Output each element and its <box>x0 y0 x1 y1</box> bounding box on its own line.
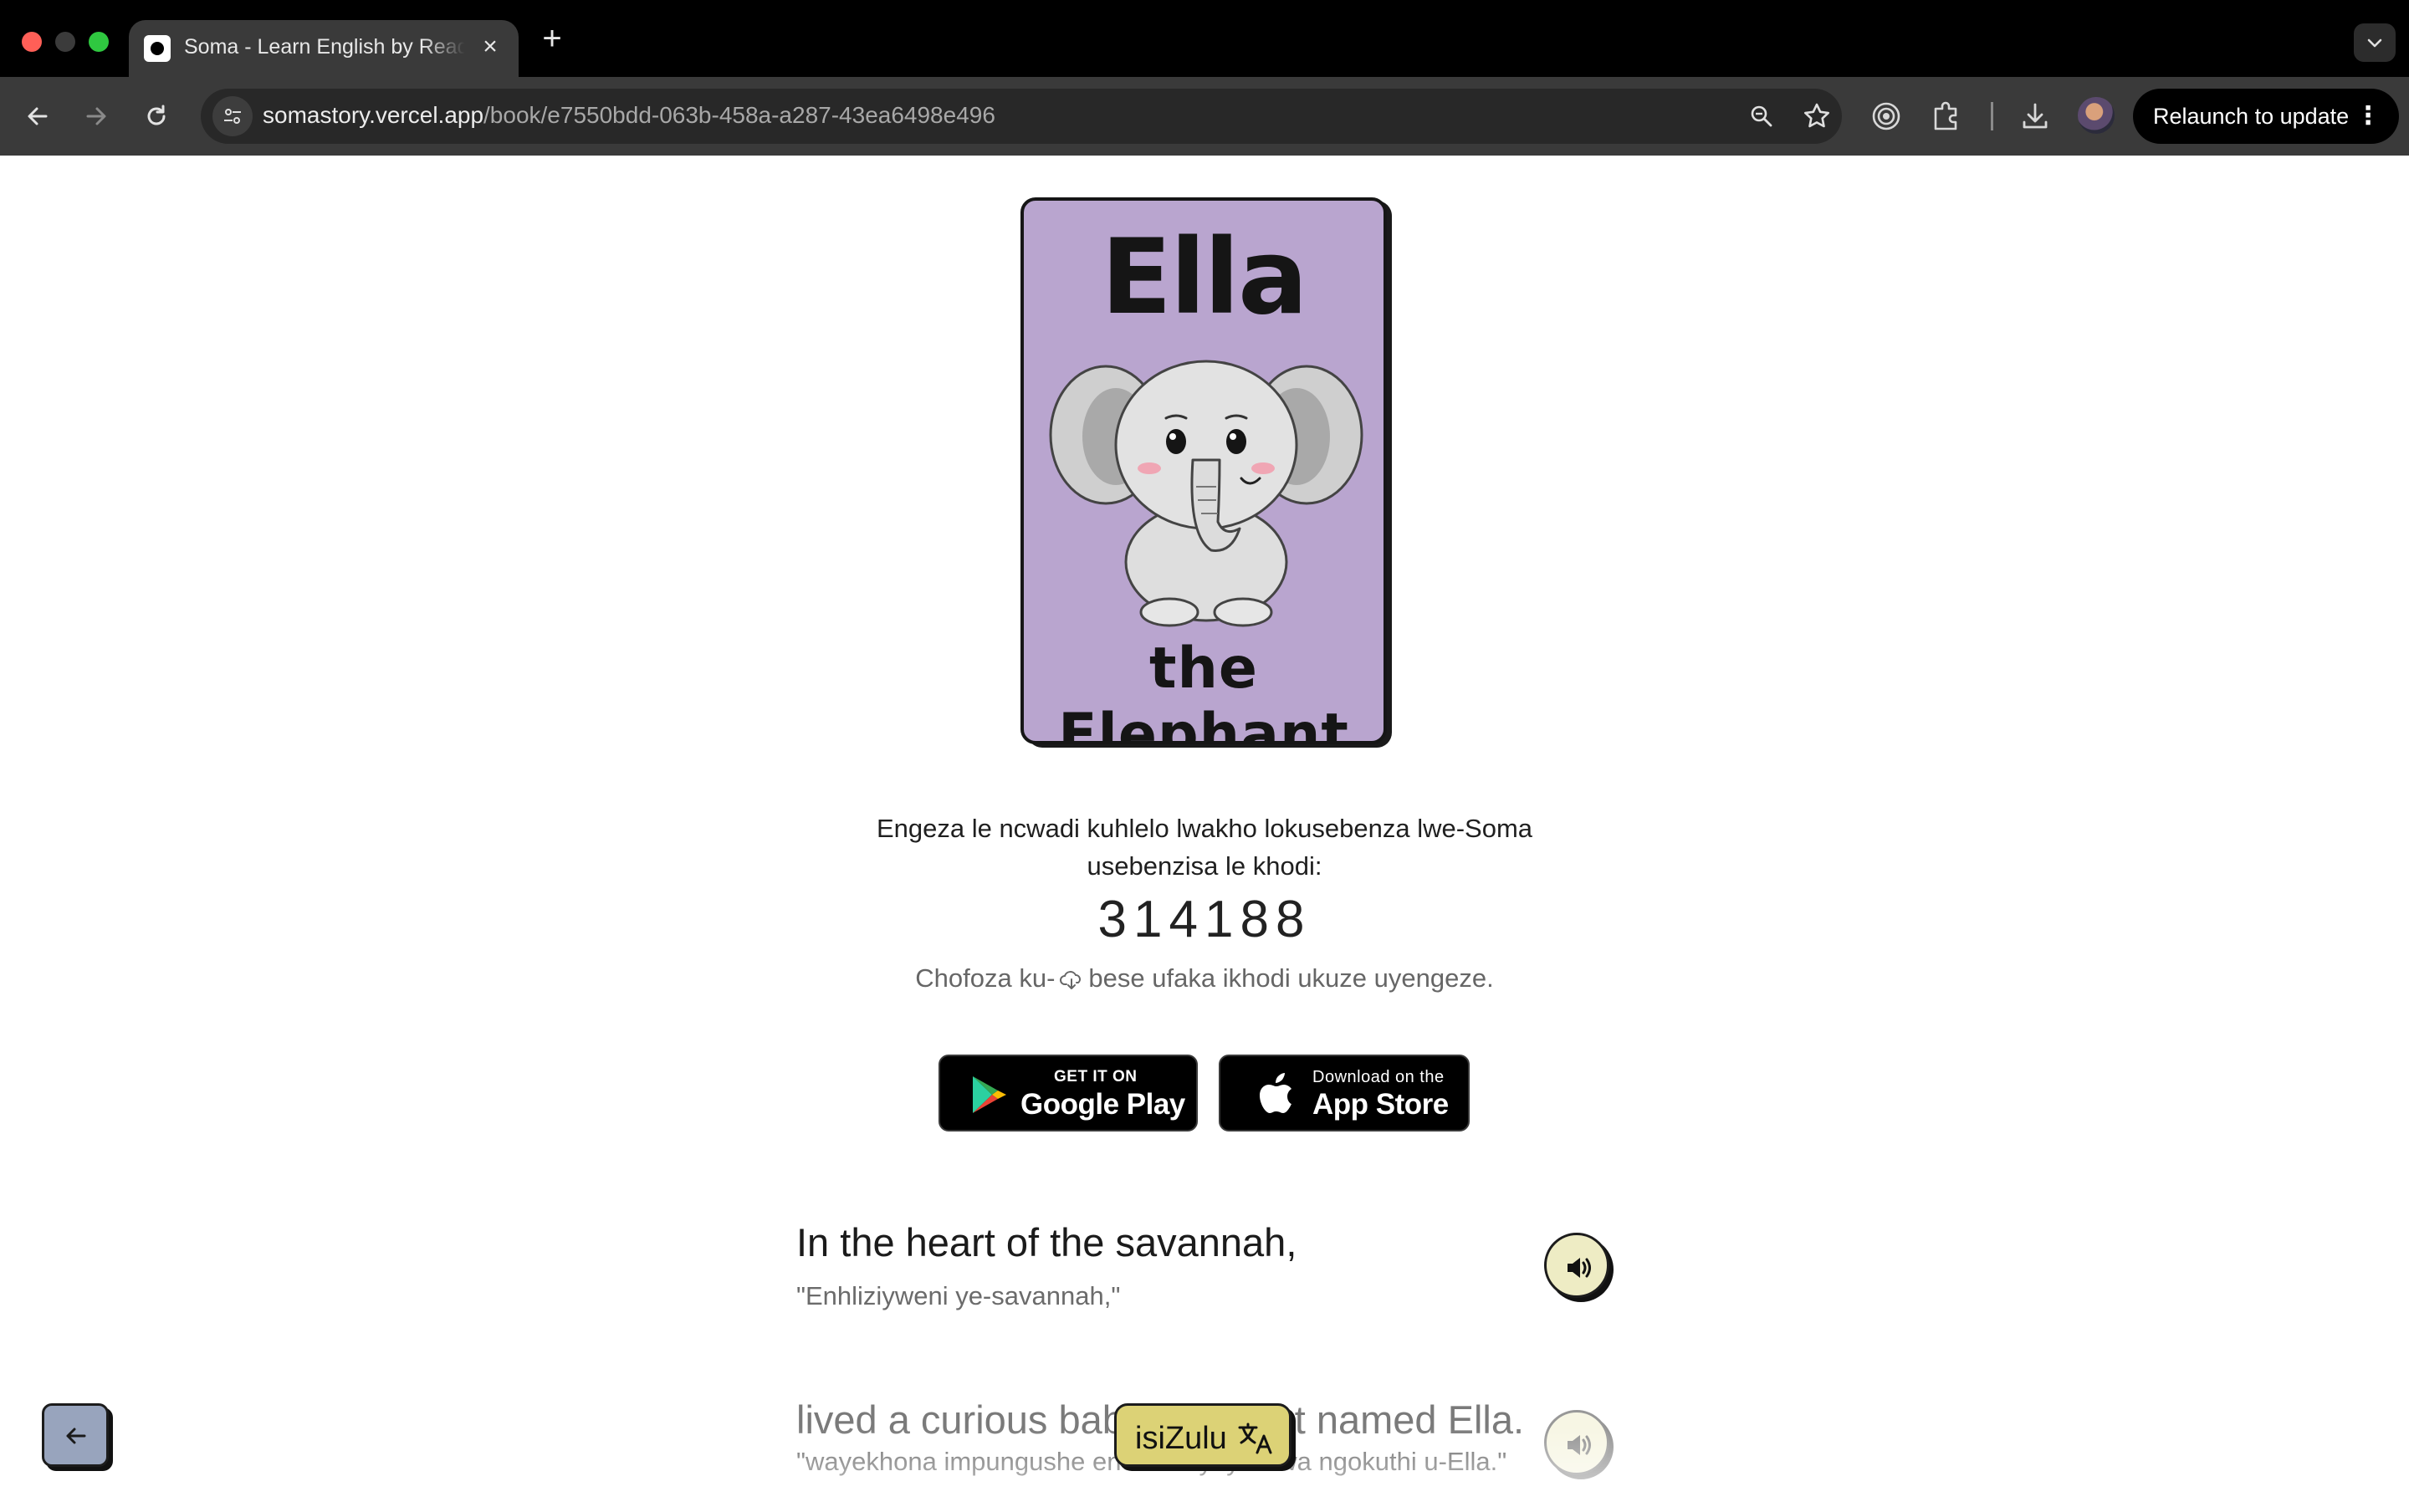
window-minimize-button[interactable] <box>55 32 75 52</box>
arrow-left-icon <box>66 1428 86 1444</box>
bookmark-star-icon[interactable] <box>1800 100 1834 133</box>
reload-icon <box>147 105 166 125</box>
tab-title: Soma - Learn English by Reading <box>184 35 465 59</box>
profile-avatar[interactable] <box>2078 97 2115 134</box>
tune-icon <box>224 109 241 124</box>
add-book-instructions: Engeza le ncwadi kuhlelo lwakho lokusebe… <box>876 814 1533 881</box>
hint-suffix: bese ufaka ikhodi ukuze uyengeze. <box>1088 963 1494 993</box>
arrow-right-icon <box>86 107 106 125</box>
window-close-button[interactable] <box>22 32 42 52</box>
google-play-big-text: Google Play <box>1020 1088 1185 1121</box>
add-code-hint: Chofoza ku-bese ufaka ikhodi ukuze uyeng… <box>870 963 1539 994</box>
app-store-big-text: App Store <box>1312 1088 1449 1121</box>
google-play-icon <box>973 1076 1006 1113</box>
elephant-illustration <box>1049 360 1363 627</box>
cover-subtitle: the Elephant <box>1058 636 1349 744</box>
forward-nav-button[interactable] <box>75 95 117 137</box>
browser-toolbar: somastory.vercel.app/book/e7550bdd-063b-… <box>0 77 2409 156</box>
relaunch-label: Relaunch to update <box>2153 104 2350 129</box>
cloud-download-icon <box>1060 971 1082 989</box>
hint-prefix: Chofoza ku- <box>915 963 1056 993</box>
google-play-small-text: GET IT ON <box>1054 1068 1138 1085</box>
back-button[interactable] <box>42 1403 109 1467</box>
download-icon[interactable] <box>2016 97 2054 135</box>
cover-title: Ella <box>1101 217 1307 338</box>
speaker-icon <box>1568 1258 1591 1278</box>
url-path: /book/e7550bdd-063b-458a-a287-43ea6498e4… <box>483 102 995 128</box>
google-play-button[interactable]: GET IT ON Google Play <box>939 1055 1198 1131</box>
speaker-icon <box>1568 1435 1591 1455</box>
relaunch-to-update-button[interactable]: Relaunch to update ⋮ <box>2133 89 2399 144</box>
site-info-button[interactable] <box>212 96 253 136</box>
tab-close-icon[interactable]: × <box>475 32 505 62</box>
sentence-translation: "Enhliziyweni ye-savannah," <box>796 1281 1121 1310</box>
browser-tab-bar: Soma - Learn English by Reading × + <box>0 0 2409 77</box>
window-zoom-button[interactable] <box>89 32 109 52</box>
browser-tab-active[interactable]: Soma - Learn English by Reading × <box>129 20 519 77</box>
extension-target-icon[interactable] <box>1867 97 1905 135</box>
app-store-small-text: Download on the <box>1312 1068 1445 1086</box>
address-bar[interactable]: somastory.vercel.app/book/e7550bdd-063b-… <box>201 89 1842 144</box>
sentence-english: In the heart of the savannah, <box>796 1220 1297 1264</box>
extensions-puzzle-icon[interactable] <box>1927 97 1966 135</box>
url-text: somastory.vercel.app/book/e7550bdd-063b-… <box>263 102 995 129</box>
page-content: Ella the Elephant Engeza le ncwadi kuhle… <box>0 156 2409 1512</box>
book-cover: Ella the Elephant <box>1020 197 1387 744</box>
translate-icon <box>1238 1423 1272 1454</box>
app-store-button[interactable]: Download on the App Store <box>1219 1055 1470 1131</box>
zoom-icon[interactable] <box>1745 100 1778 133</box>
play-audio-button[interactable] <box>1544 1410 1609 1475</box>
url-host: somastory.vercel.app <box>263 102 484 128</box>
arrow-left-icon <box>28 107 48 125</box>
language-toggle-button[interactable]: isiZulu <box>1114 1403 1291 1467</box>
back-nav-button[interactable] <box>17 95 59 137</box>
reload-button[interactable] <box>136 95 177 137</box>
book-code: 314188 <box>1097 891 1312 948</box>
toolbar-separator <box>1991 102 1993 130</box>
chevron-down-icon <box>2367 38 2382 48</box>
favicon-icon <box>144 35 171 62</box>
language-label: isiZulu <box>1135 1421 1227 1456</box>
tab-search-button[interactable] <box>2354 23 2396 62</box>
new-tab-button[interactable]: + <box>535 22 569 55</box>
more-menu-icon[interactable]: ⋮ <box>2355 89 2381 144</box>
play-audio-button[interactable] <box>1544 1233 1609 1298</box>
apple-icon <box>1260 1073 1291 1113</box>
